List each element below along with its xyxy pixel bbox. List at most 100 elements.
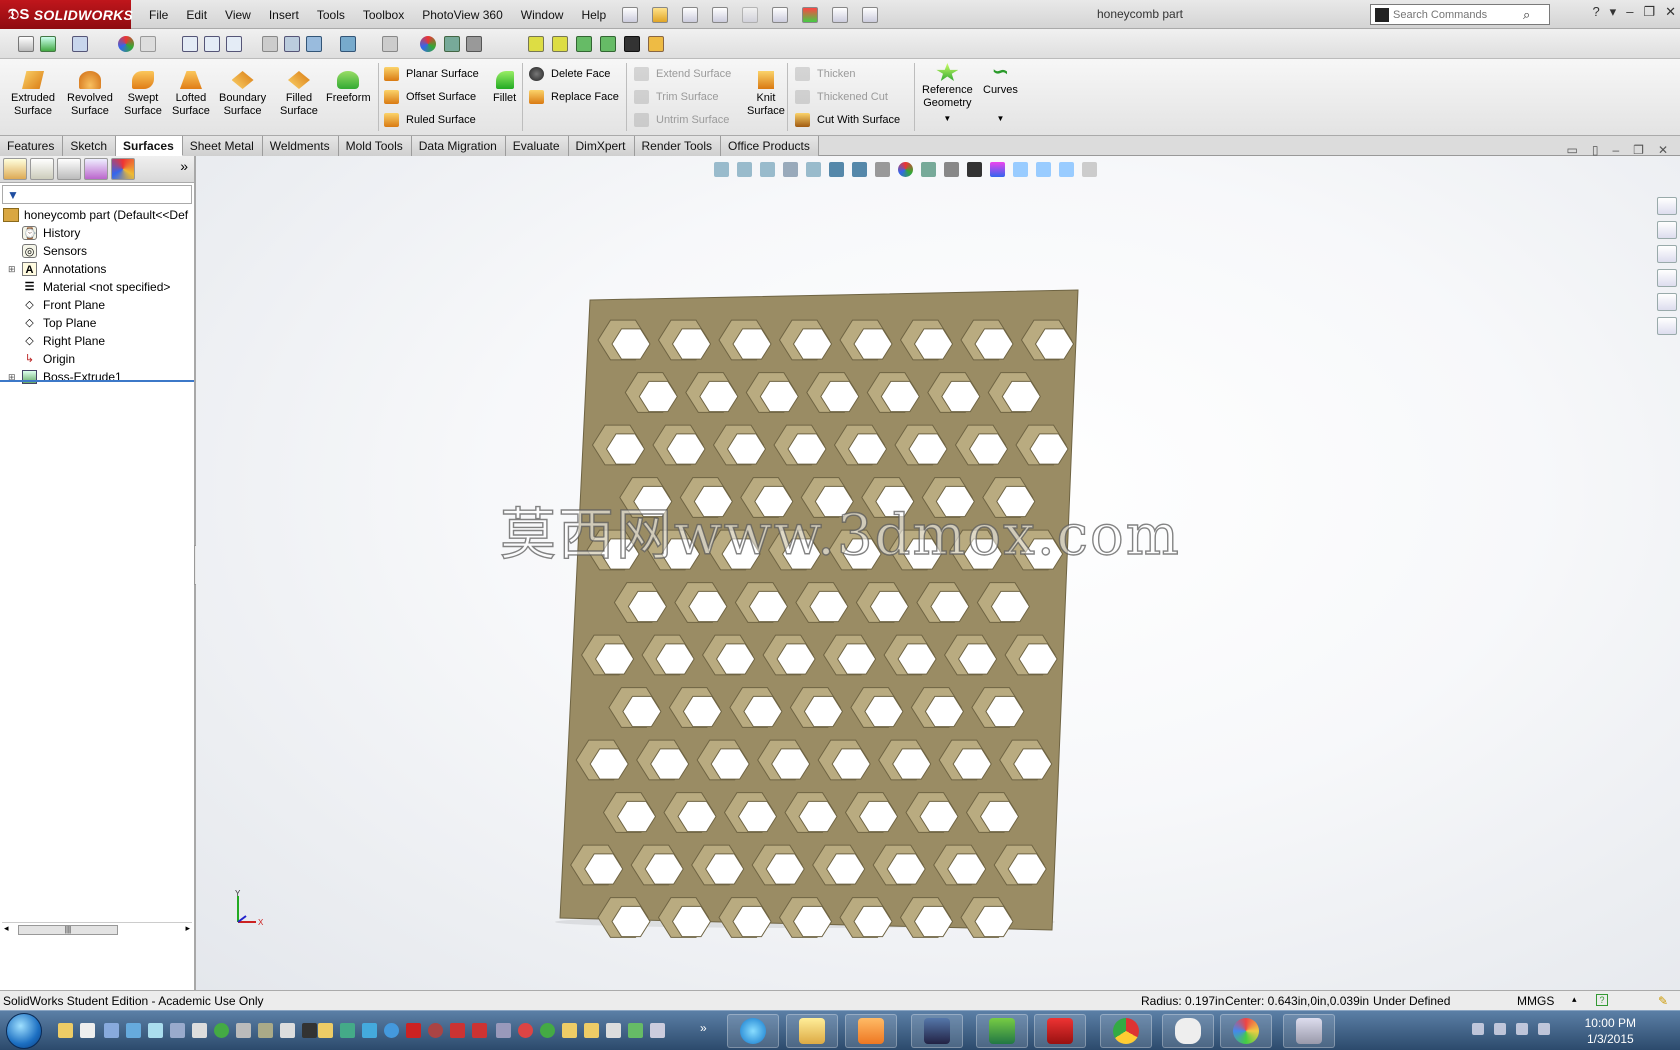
taskbar-quicklaunch-icon-24[interactable] — [562, 1023, 577, 1038]
taskbar-calculator[interactable] — [1283, 1014, 1335, 1048]
line-icon[interactable] — [528, 36, 544, 52]
file-explorer-icon[interactable] — [1657, 245, 1677, 263]
taskbar-app-green[interactable] — [976, 1014, 1028, 1048]
taskbar-app-white[interactable] — [1162, 1014, 1214, 1048]
tile-vertical-icon[interactable]: ▯ — [1592, 143, 1599, 157]
horizontal-scrollbar[interactable]: ◂ ||| ▸ — [2, 922, 192, 936]
thicken-button[interactable]: Thicken — [795, 67, 856, 81]
taskbar-solidworks[interactable] — [1034, 1014, 1086, 1048]
units-selector[interactable]: MMGS — [1517, 994, 1554, 1008]
apply-scene-icon[interactable] — [921, 162, 936, 177]
graphics-area[interactable] — [196, 156, 1680, 990]
taskbar-quicklaunch-icon-13[interactable] — [318, 1023, 333, 1038]
taskbar-quicklaunch-icon-20[interactable] — [472, 1023, 487, 1038]
tab-surfaces[interactable]: Surfaces — [116, 136, 183, 156]
cube-view-icon[interactable] — [1013, 162, 1028, 177]
cut-with-surface-button[interactable]: Cut With Surface — [795, 113, 900, 127]
minimize-icon[interactable]: – — [1626, 4, 1633, 20]
tab-sketch[interactable]: Sketch — [63, 136, 117, 156]
taskbar-file-explorer[interactable] — [786, 1014, 838, 1048]
tray-chevron-icon[interactable] — [1472, 1023, 1484, 1035]
rebuild-icon[interactable] — [802, 6, 818, 23]
taskbar-clock[interactable]: 10:00 PM 1/3/2015 — [1585, 1015, 1636, 1047]
display-manager-tab-icon[interactable] — [111, 158, 135, 180]
tile-horizontal-icon[interactable]: ▭ — [1567, 143, 1578, 157]
filled-surface-button[interactable]: Filled Surface — [280, 71, 318, 118]
taskbar-quicklaunch-icon-28[interactable] — [650, 1023, 665, 1038]
centerline-icon[interactable] — [552, 36, 568, 52]
save-icon[interactable] — [682, 6, 698, 23]
appearance-icon[interactable] — [118, 36, 134, 52]
offset-surface-button[interactable]: Offset Surface — [384, 90, 476, 104]
taskbar-quicklaunch-icon-22[interactable] — [518, 1023, 533, 1038]
section-view-icon[interactable] — [262, 36, 278, 52]
scene-icon[interactable] — [444, 36, 460, 52]
display-style-icon[interactable] — [852, 162, 867, 177]
network-icon[interactable] — [1516, 1023, 1528, 1035]
close-icon[interactable]: ✕ — [1665, 4, 1676, 20]
taskbar-quicklaunch-icon-6[interactable] — [170, 1023, 185, 1038]
property-manager-tab-icon[interactable] — [30, 158, 54, 180]
tree-item-front-plane[interactable]: ◇ Front Plane — [0, 296, 194, 314]
zoom-to-fit-icon[interactable] — [714, 162, 729, 177]
taskbar-quicklaunch-icon-11[interactable] — [280, 1023, 295, 1038]
taskbar-app-blue[interactable] — [911, 1014, 963, 1048]
taskbar-quicklaunch-icon-12[interactable] — [302, 1023, 317, 1038]
cube-view-icon-2[interactable] — [1036, 162, 1051, 177]
display-style-icon[interactable] — [306, 36, 322, 52]
select-icon[interactable] — [772, 6, 788, 23]
point-icon[interactable] — [600, 36, 616, 52]
taskbar-quicklaunch-icon-4[interactable] — [126, 1023, 141, 1038]
untrim-surface-button[interactable]: Untrim Surface — [634, 113, 729, 127]
view-palette-icon[interactable] — [1657, 269, 1677, 287]
custom-properties-icon[interactable] — [1657, 317, 1677, 335]
taskbar-quicklaunch-icon-23[interactable] — [540, 1023, 555, 1038]
taskbar-quicklaunch-icon-9[interactable] — [236, 1023, 251, 1038]
taskbar-quicklaunch-icon-17[interactable] — [406, 1023, 421, 1038]
help-icon[interactable]: ? — [1592, 4, 1599, 20]
zoom-to-fit-icon[interactable] — [182, 36, 198, 52]
rollback-bar[interactable] — [0, 380, 194, 382]
appearances-icon[interactable] — [1657, 293, 1677, 311]
zoom-area-icon[interactable] — [737, 162, 752, 177]
tree-item-history[interactable]: ⌚ History — [0, 224, 194, 242]
tab-office-products[interactable]: Office Products — [721, 136, 819, 156]
delete-face-button[interactable]: Delete Face — [529, 67, 610, 81]
dimxpert-manager-tab-icon[interactable] — [84, 158, 108, 180]
replace-face-button[interactable]: Replace Face — [529, 90, 619, 104]
tree-root-part[interactable]: honeycomb part (Default<<Def — [0, 206, 194, 224]
trim-surface-button[interactable]: Trim Surface — [634, 90, 719, 104]
tab-mold-tools[interactable]: Mold Tools — [338, 136, 412, 156]
taskbar-media-player[interactable] — [845, 1014, 897, 1048]
configuration-manager-tab-icon[interactable] — [57, 158, 81, 180]
print-icon[interactable] — [712, 6, 728, 23]
knit-surface-button[interactable]: Knit Surface — [747, 71, 785, 118]
help-status-icon[interactable]: ? — [1596, 994, 1608, 1006]
hide-show-icon[interactable] — [382, 36, 398, 52]
taskbar-overflow-icon[interactable]: » — [700, 1021, 707, 1035]
taskbar-quicklaunch-icon-26[interactable] — [606, 1023, 621, 1038]
taskbar-quicklaunch-icon-19[interactable] — [450, 1023, 465, 1038]
rendering-icon[interactable] — [990, 162, 1005, 177]
move-entities-icon[interactable] — [624, 36, 640, 52]
search-commands-box[interactable]: ⌕ — [1370, 4, 1550, 25]
view-orientation-icon[interactable] — [829, 162, 844, 177]
scroll-thumb[interactable]: ||| — [18, 925, 118, 935]
undo-icon[interactable] — [742, 6, 758, 23]
menu-photoview[interactable]: PhotoView 360 — [413, 8, 512, 22]
section-view-icon[interactable] — [783, 162, 798, 177]
chevron-up-icon[interactable]: ▴ — [1572, 994, 1577, 1005]
volume-icon[interactable] — [1538, 1023, 1550, 1035]
edit-appearance-icon[interactable] — [898, 162, 913, 177]
tab-sheet-metal[interactable]: Sheet Metal — [182, 136, 263, 156]
tree-item-origin[interactable]: ↳ Origin — [0, 350, 194, 368]
tree-item-right-plane[interactable]: ◇ Right Plane — [0, 332, 194, 350]
lofted-surface-button[interactable]: Lofted Surface — [172, 71, 210, 118]
taskbar-quicklaunch-icon-15[interactable] — [362, 1023, 377, 1038]
restore-icon[interactable]: ❐ — [1643, 4, 1655, 20]
double-chevron-right-icon[interactable]: » — [180, 158, 188, 180]
taskbar-quicklaunch-icon-21[interactable] — [496, 1023, 511, 1038]
realview-icon[interactable] — [967, 162, 982, 177]
swept-surface-button[interactable]: Swept Surface — [124, 71, 162, 118]
taskbar-quicklaunch-icon-2[interactable] — [80, 1023, 95, 1038]
